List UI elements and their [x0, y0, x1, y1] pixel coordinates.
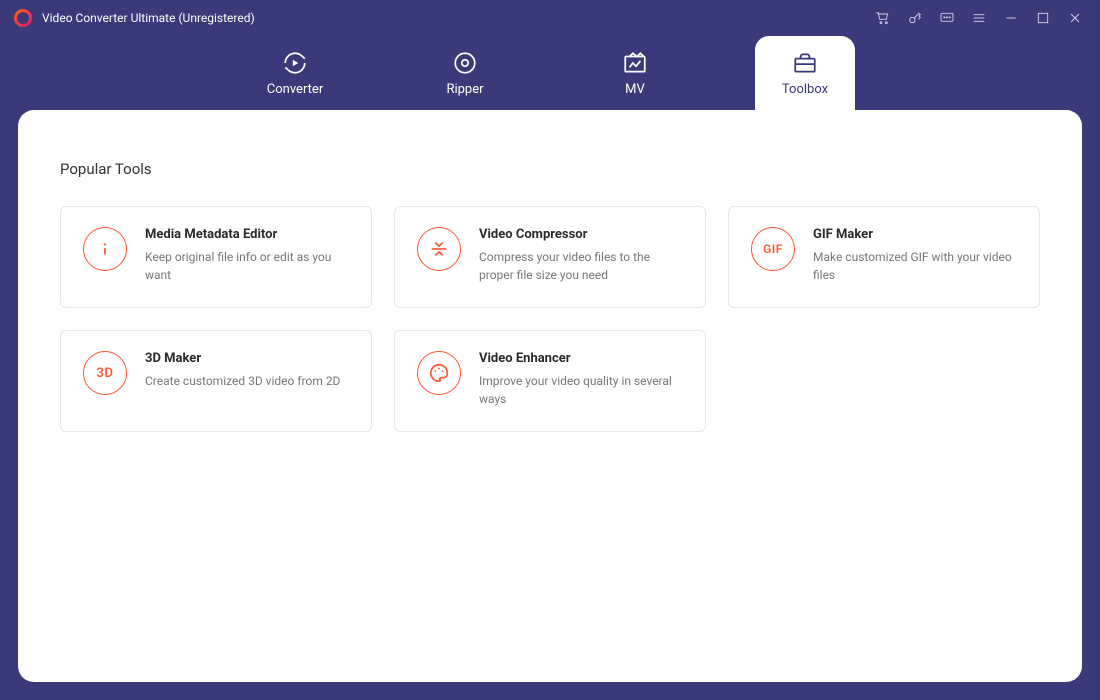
key-icon[interactable]: [904, 7, 926, 29]
tool-desc: Make customized GIF with your video file…: [813, 248, 1017, 284]
compress-icon: [417, 227, 461, 271]
toolbox-icon: [792, 50, 818, 76]
tab-label: MV: [625, 82, 645, 97]
tools-grid: Media Metadata Editor Keep original file…: [60, 206, 1040, 432]
app-logo-icon: [14, 9, 32, 27]
tool-card-gif[interactable]: GIF GIF Maker Make customized GIF with y…: [728, 206, 1040, 308]
feedback-icon[interactable]: [936, 7, 958, 29]
ripper-icon: [452, 50, 478, 76]
app-window: Video Converter Ultimate (Unregistered): [0, 0, 1100, 700]
close-icon[interactable]: [1064, 7, 1086, 29]
tool-desc: Improve your video quality in several wa…: [479, 372, 683, 408]
tool-desc: Compress your video files to the proper …: [479, 248, 683, 284]
tab-converter[interactable]: Converter: [245, 36, 345, 110]
palette-icon: [417, 351, 461, 395]
converter-icon: [282, 50, 308, 76]
3d-icon: 3D: [83, 351, 127, 395]
tool-desc: Keep original file info or edit as you w…: [145, 248, 349, 284]
nav-tabs: Converter Ripper MV Toolbox: [0, 36, 1100, 110]
minimize-icon[interactable]: [1000, 7, 1022, 29]
tool-title: Media Metadata Editor: [145, 227, 349, 242]
tool-title: 3D Maker: [145, 351, 340, 366]
tool-card-metadata[interactable]: Media Metadata Editor Keep original file…: [60, 206, 372, 308]
content-panel: Popular Tools Media Metadata Editor Keep…: [18, 110, 1082, 682]
info-icon: [83, 227, 127, 271]
titlebar: Video Converter Ultimate (Unregistered): [0, 0, 1100, 36]
tab-toolbox[interactable]: Toolbox: [755, 36, 855, 110]
app-title: Video Converter Ultimate (Unregistered): [42, 11, 255, 25]
tab-mv[interactable]: MV: [585, 36, 685, 110]
tool-card-compressor[interactable]: Video Compressor Compress your video fil…: [394, 206, 706, 308]
tool-card-3d[interactable]: 3D 3D Maker Create customized 3D video f…: [60, 330, 372, 432]
maximize-icon[interactable]: [1032, 7, 1054, 29]
menu-icon[interactable]: [968, 7, 990, 29]
gif-icon: GIF: [751, 227, 795, 271]
tab-label: Toolbox: [782, 82, 828, 97]
tab-label: Ripper: [446, 82, 483, 97]
mv-icon: [622, 50, 648, 76]
tool-card-enhancer[interactable]: Video Enhancer Improve your video qualit…: [394, 330, 706, 432]
tool-title: GIF Maker: [813, 227, 1017, 242]
tool-title: Video Enhancer: [479, 351, 683, 366]
tool-title: Video Compressor: [479, 227, 683, 242]
tab-label: Converter: [267, 82, 323, 97]
tool-desc: Create customized 3D video from 2D: [145, 372, 340, 390]
section-title: Popular Tools: [60, 160, 1040, 178]
tab-ripper[interactable]: Ripper: [415, 36, 515, 110]
cart-icon[interactable]: [872, 7, 894, 29]
